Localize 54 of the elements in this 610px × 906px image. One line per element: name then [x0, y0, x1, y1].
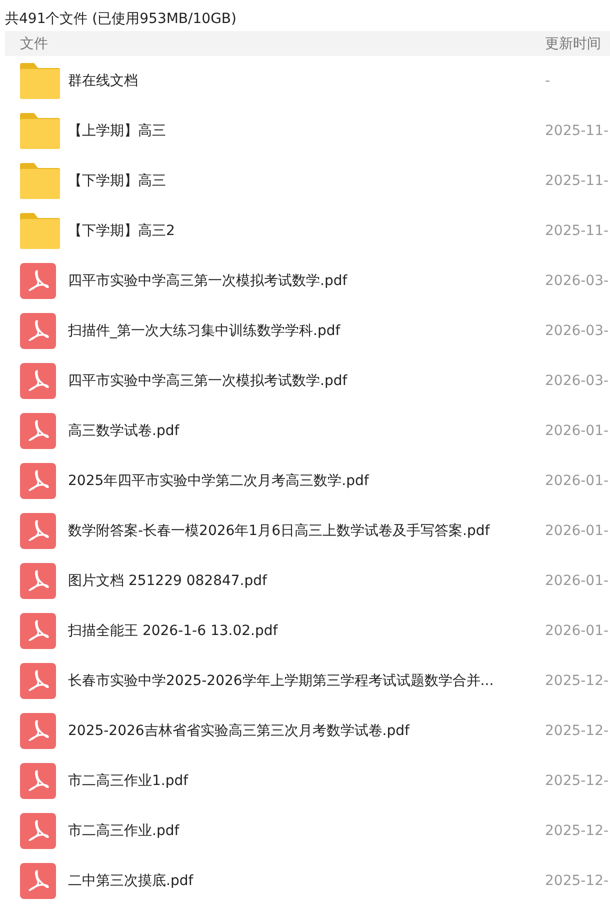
updated-time: 2026-01- [545, 623, 610, 639]
updated-time: 2025-11- [545, 223, 610, 239]
file-name[interactable]: 【上学期】高三 [68, 122, 545, 140]
updated-time: 2025-12- [545, 673, 610, 689]
folder-icon [20, 113, 60, 149]
file-name[interactable]: 图片文档 251229 082847.pdf [68, 572, 545, 590]
updated-time: 2026-01- [545, 573, 610, 589]
file-count-summary: 共491个文件 (已使用953MB/10GB) [4, 10, 238, 29]
pdf-icon [20, 413, 56, 449]
file-name[interactable]: 扫描全能王 2026-1-6 13.02.pdf [68, 622, 545, 640]
updated-time: 2025-12- [545, 823, 610, 839]
file-name[interactable]: 扫描件_第一次大练习集中训练数学学科.pdf [68, 322, 545, 340]
folder-icon [20, 163, 60, 199]
pdf-icon [20, 613, 56, 649]
updated-time: - [545, 73, 552, 89]
pdf-icon [20, 313, 56, 349]
pdf-icon [20, 763, 56, 799]
updated-time: 2026-01- [545, 423, 610, 439]
updated-time: 2026-03- [545, 373, 610, 389]
file-name[interactable]: 高三数学试卷.pdf [68, 422, 545, 440]
updated-time: 2025-11- [545, 123, 610, 139]
pdf-icon [20, 363, 56, 399]
updated-time: 2026-01- [545, 523, 610, 539]
updated-time: 2026-03- [545, 273, 610, 289]
pdf-icon [20, 263, 56, 299]
file-name[interactable]: 【下学期】高三2 [68, 222, 545, 240]
pdf-icon [20, 513, 56, 549]
updated-time: 2026-01- [545, 473, 610, 489]
updated-time: 2026-03- [545, 323, 610, 339]
file-name[interactable]: 四平市实验中学高三第一次模拟考试数学.pdf [68, 272, 545, 290]
file-name[interactable]: 市二高三作业.pdf [68, 822, 545, 840]
file-name[interactable]: 2025年四平市实验中学第二次月考高三数学.pdf [68, 472, 545, 490]
updated-time: 2025-11- [545, 173, 610, 189]
updated-time: 2025-12- [545, 873, 610, 889]
column-header: 更新时间 [545, 34, 602, 53]
pdf-icon [20, 813, 56, 849]
folder-icon [20, 63, 60, 99]
file-name[interactable]: 四平市实验中学高三第一次模拟考试数学.pdf [68, 372, 545, 390]
pdf-icon [20, 663, 56, 699]
pdf-icon [20, 863, 56, 899]
file-name[interactable]: 市二高三作业1.pdf [68, 772, 545, 790]
updated-time: 2025-12- [545, 773, 610, 789]
file-name[interactable]: 长春市实验中学2025-2026学年上学期第三学程考试试题数学合并... [68, 672, 545, 690]
folder-icon [20, 213, 60, 249]
file-name[interactable]: 二中第三次摸底.pdf [68, 872, 545, 890]
column-header: 文件 [19, 34, 48, 53]
file-name[interactable]: 2025-2026吉林省省实验高三第三次月考数学试卷.pdf [68, 722, 545, 740]
pdf-icon [20, 713, 56, 749]
pdf-icon [20, 563, 56, 599]
file-name[interactable]: 【下学期】高三 [68, 172, 545, 190]
file-name[interactable]: 群在线文档 [68, 72, 545, 90]
pdf-icon [20, 463, 56, 499]
updated-time: 2025-12- [545, 723, 610, 739]
file-name[interactable]: 数学附答案-长春一模2026年1月6日高三上数学试卷及手写答案.pdf [68, 522, 545, 540]
